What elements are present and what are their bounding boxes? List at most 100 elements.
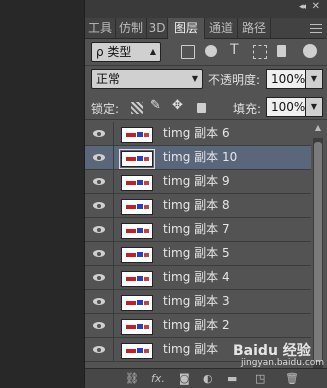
layer-row[interactable]: timg 副本 4 — [85, 266, 311, 290]
eye-icon — [93, 202, 105, 209]
layer-name: timg 副本 10 — [163, 150, 238, 164]
opacity-label: 不透明度: — [208, 73, 261, 87]
visibility-toggle[interactable] — [85, 122, 114, 145]
close-icon[interactable]: ✕ — [312, 1, 320, 12]
eye-icon — [93, 346, 105, 353]
eye-icon — [93, 226, 105, 233]
scroll-up-icon[interactable]: ▲ — [313, 121, 323, 135]
eye-icon — [93, 298, 105, 305]
scrollbar-thumb[interactable] — [314, 142, 322, 362]
visibility-toggle[interactable] — [85, 218, 114, 241]
link-layers-icon[interactable]: ⛓ — [125, 372, 139, 385]
new-group-icon[interactable]: ▬ — [227, 372, 237, 385]
layer-row[interactable]: timg 副本 10 — [85, 146, 311, 170]
layer-name: timg 副本 5 — [163, 246, 230, 260]
tab-clone[interactable]: 仿制 — [116, 18, 147, 38]
layer-row[interactable]: timg 副本 2 — [85, 314, 311, 338]
layers-bottom-toolbar: ⛓ fx. ◙ ◐ ▬ ◳ 🗑 — [85, 368, 327, 388]
chevron-down-icon: ▲ — [149, 47, 156, 56]
layer-row[interactable]: timg 副本 6 — [85, 122, 311, 146]
eye-icon — [93, 322, 105, 329]
layer-name: timg 副本 — [163, 342, 219, 356]
add-mask-icon[interactable]: ◙ — [179, 372, 190, 385]
layer-thumbnail — [119, 149, 155, 169]
visibility-toggle[interactable] — [85, 242, 114, 265]
layer-thumbnail — [121, 319, 153, 335]
filter-type-label: ρ 类型 — [96, 45, 132, 59]
panel-menu-icon[interactable] — [310, 21, 322, 35]
fill-input[interactable]: 100% — [266, 97, 306, 117]
shape-filter-icon[interactable] — [253, 45, 267, 59]
layers-panel: ◂◂ ✕ 工具 仿制 3D 图层 通道 路径 ρ 类型 ▲ T 正常 ▼ 不透明… — [84, 0, 327, 388]
layer-name: timg 副本 4 — [163, 270, 230, 284]
divider — [85, 65, 327, 66]
lock-all-icon[interactable] — [197, 103, 206, 113]
filter-type-dropdown[interactable]: ρ 类型 ▲ — [91, 42, 161, 62]
layer-name: timg 副本 7 — [163, 222, 230, 236]
layer-row[interactable]: timg 副本 3 — [85, 290, 311, 314]
lock-transparent-icon[interactable] — [131, 102, 143, 114]
eye-icon — [93, 154, 105, 161]
panel-tabs: 工具 仿制 3D 图层 通道 路径 — [85, 18, 327, 39]
fx-icon[interactable]: fx. — [151, 372, 165, 385]
adjustment-filter-icon[interactable] — [205, 45, 217, 57]
layer-thumbnail — [121, 127, 153, 143]
filter-toggle-icon[interactable] — [303, 44, 317, 58]
layer-thumbnail — [121, 223, 153, 239]
layer-thumbnail — [121, 343, 153, 359]
adjustment-layer-icon[interactable]: ◐ — [203, 372, 213, 385]
layer-thumbnail — [121, 175, 153, 191]
layer-scrollbar[interactable] — [313, 138, 323, 368]
baidu-watermark: Baidu 经验 — [233, 343, 311, 359]
baidu-watermark-url: jingyan.baidu.com — [241, 358, 325, 368]
eye-icon — [93, 274, 105, 281]
layer-thumbnail — [121, 247, 153, 263]
collapse-icon[interactable]: ◂◂ — [299, 2, 306, 12]
delete-layer-icon[interactable]: 🗑 — [285, 372, 299, 385]
tab-layers[interactable]: 图层 — [168, 18, 205, 39]
fill-slider-toggle[interactable]: ▼ — [305, 97, 323, 117]
panel-header-strip: ◂◂ ✕ — [85, 0, 327, 18]
visibility-toggle[interactable] — [85, 338, 114, 361]
layer-list: timg 副本 6 timg 副本 10 timg 副本 9 timg 副本 8… — [85, 120, 311, 368]
layer-name: timg 副本 9 — [163, 174, 230, 188]
opacity-input[interactable]: 100% — [266, 69, 306, 89]
layer-name: timg 副本 8 — [163, 198, 230, 212]
layer-thumbnail — [121, 271, 153, 287]
layer-row[interactable]: timg 副本 8 — [85, 194, 311, 218]
tab-tools[interactable]: 工具 — [85, 18, 116, 38]
pixel-filter-icon[interactable] — [181, 45, 195, 59]
visibility-toggle[interactable] — [85, 146, 114, 169]
lock-pixels-icon[interactable]: ✎ — [150, 98, 161, 113]
chevron-down-icon: ▼ — [191, 74, 198, 83]
tab-channels[interactable]: 通道 — [205, 18, 238, 38]
layer-thumbnail — [121, 199, 153, 215]
eye-icon — [93, 250, 105, 257]
fill-label: 填充: — [233, 102, 262, 116]
blend-mode-dropdown[interactable]: 正常 ▼ — [91, 69, 203, 89]
visibility-toggle[interactable] — [85, 290, 114, 313]
smart-object-filter-icon[interactable] — [277, 45, 286, 57]
layer-row[interactable]: timg 副本 5 — [85, 242, 311, 266]
canvas-area — [0, 0, 82, 387]
layer-name: timg 副本 3 — [163, 294, 230, 308]
layer-row[interactable]: timg 副本 9 — [85, 170, 311, 194]
tab-paths[interactable]: 路径 — [238, 18, 271, 38]
text-filter-icon[interactable]: T — [230, 42, 239, 58]
visibility-toggle[interactable] — [85, 170, 114, 193]
layer-name: timg 副本 6 — [163, 126, 230, 140]
layer-thumbnail — [121, 295, 153, 311]
visibility-toggle[interactable] — [85, 194, 114, 217]
eye-icon — [93, 130, 105, 137]
layer-row[interactable]: timg 副本 7 — [85, 218, 311, 242]
tab-3d[interactable]: 3D — [147, 18, 168, 38]
visibility-toggle[interactable] — [85, 314, 114, 337]
lock-label: 锁定: — [91, 102, 120, 116]
new-layer-icon[interactable]: ◳ — [255, 372, 265, 385]
opacity-slider-toggle[interactable]: ▼ — [305, 69, 323, 89]
eye-icon — [93, 178, 105, 185]
blend-mode-value: 正常 — [96, 72, 121, 86]
visibility-toggle[interactable] — [85, 266, 114, 289]
lock-position-icon[interactable]: ✥ — [172, 98, 183, 113]
layer-name: timg 副本 2 — [163, 318, 230, 332]
